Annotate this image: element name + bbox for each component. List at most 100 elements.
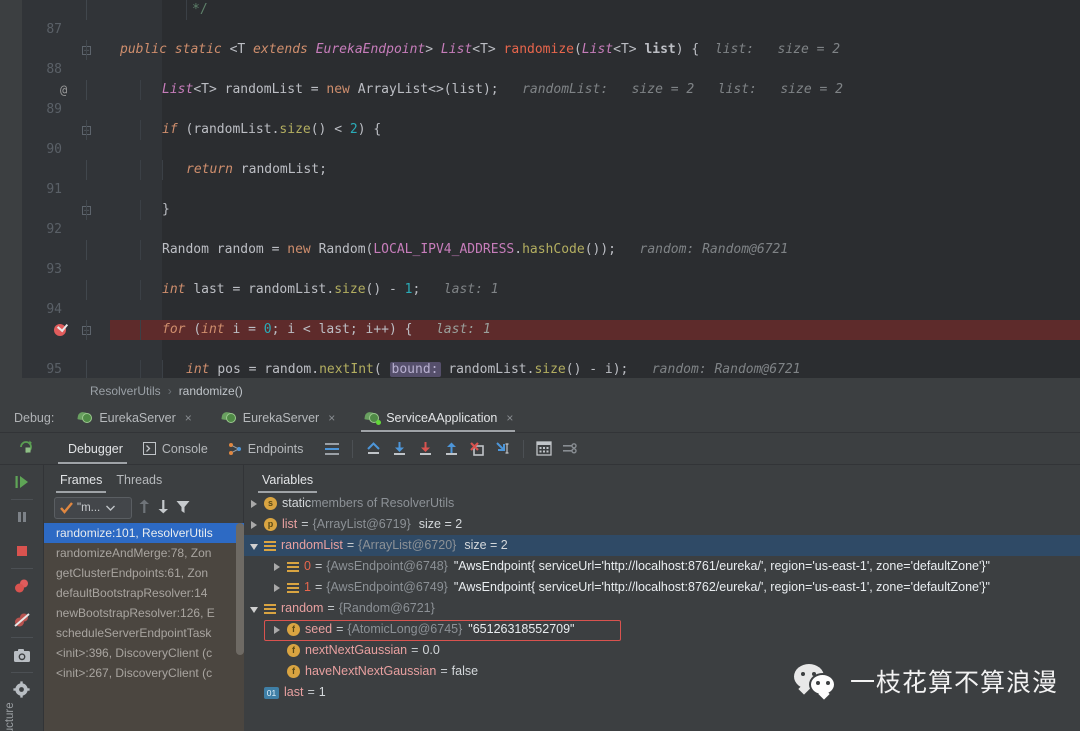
variable-row-nextNextGaussian[interactable]: f nextNextGaussian = 0.0 <box>244 640 1080 661</box>
debug-session-tab-1[interactable]: EurekaServer × <box>68 403 197 433</box>
step-out-icon[interactable] <box>438 436 464 462</box>
variable-row-static-members[interactable]: s static members of ResolverUtils <box>244 493 1080 514</box>
structure-label[interactable]: Structure <box>4 689 16 731</box>
tab-frames[interactable]: Frames <box>56 473 112 493</box>
resume-program-icon[interactable] <box>0 465 44 499</box>
frame-up-icon[interactable] <box>138 499 151 517</box>
evaluate-expression-icon[interactable] <box>531 436 557 462</box>
frame-item[interactable]: randomize:101, ResolverUtils <box>44 523 244 543</box>
variable-value: "AwsEndpoint{ serviceUrl='http://localho… <box>454 577 990 598</box>
code-line-89: 89 List<T> randomList = new ArrayList<>(… <box>0 80 1080 100</box>
variable-row-randomList-1[interactable]: 1 = {AwsEndpoint@6749} "AwsEndpoint{ ser… <box>244 577 1080 598</box>
rerun-icon[interactable] <box>18 439 34 458</box>
expand-arrow-icon[interactable] <box>272 582 284 594</box>
stop-icon[interactable] <box>0 534 44 568</box>
frame-item[interactable]: defaultBootstrapResolver:14 <box>44 583 244 603</box>
frame-down-icon[interactable] <box>157 499 170 517</box>
frames-scrollbar[interactable] <box>236 523 244 655</box>
equals-sign: = <box>336 619 343 640</box>
line-number: 93 <box>22 260 62 280</box>
show-execution-point-icon[interactable] <box>360 436 386 462</box>
close-icon[interactable]: × <box>185 411 192 425</box>
variable-row-seed[interactable]: f seed = {AtomicLong@6745} "651263185527… <box>244 619 1080 640</box>
pause-program-icon[interactable] <box>0 500 44 534</box>
watermark: 一枝花算不算浪漫 <box>794 663 1058 699</box>
variable-type: {Random@6721} <box>339 598 435 619</box>
drop-frame-icon[interactable] <box>464 436 490 462</box>
close-icon[interactable]: × <box>328 411 335 425</box>
equals-sign: = <box>347 535 354 556</box>
thread-selector-label: "m... <box>77 502 100 514</box>
layout-settings-icon[interactable] <box>319 436 345 462</box>
expand-arrow-icon[interactable] <box>249 519 261 531</box>
view-breakpoints-icon[interactable] <box>0 569 44 603</box>
variable-row-random[interactable]: random = {Random@6721} <box>244 598 1080 619</box>
breadcrumb-method[interactable]: randomize() <box>179 384 243 398</box>
frame-item[interactable]: <init>:267, DiscoveryClient (c <box>44 663 244 683</box>
variables-pane-tabs: Variables <box>244 465 1080 493</box>
thread-selector[interactable]: "m... <box>54 497 132 519</box>
debug-session-tab-3[interactable]: ServiceAApplication × <box>355 403 519 433</box>
code-line-87: 87 */ <box>0 0 1080 20</box>
camera-icon[interactable] <box>0 638 44 672</box>
variable-row-list[interactable]: p list = {ArrayList@6719} size = 2 <box>244 514 1080 535</box>
variable-type: {ArrayList@6720} <box>358 535 456 556</box>
mute-breakpoints-icon[interactable] <box>0 603 44 637</box>
code-line-92: 92 ─ } <box>0 200 1080 220</box>
frame-item[interactable]: <init>:396, DiscoveryClient (c <box>44 643 244 663</box>
settings-icon[interactable] <box>557 436 583 462</box>
variable-name: randomList <box>281 535 343 556</box>
debug-session-tab-2[interactable]: EurekaServer × <box>212 403 341 433</box>
frames-list[interactable]: randomize:101, ResolverUtils randomizeAn… <box>44 523 244 731</box>
equals-sign: = <box>440 661 447 682</box>
collapse-arrow-icon[interactable] <box>249 540 261 552</box>
collection-badge-icon <box>287 582 299 594</box>
line-number: 88 <box>22 60 62 80</box>
tab-threads[interactable]: Threads <box>112 473 172 493</box>
equals-sign: = <box>315 556 322 577</box>
tab-label: EurekaServer <box>99 411 175 425</box>
frame-item[interactable]: getClusterEndpoints:61, Zon <box>44 563 244 583</box>
tab-debugger[interactable]: Debugger <box>52 433 133 465</box>
variable-row-randomList[interactable]: randomList = {ArrayList@6720} size = 2 <box>244 535 1080 556</box>
expand-arrow-icon[interactable] <box>272 624 284 636</box>
tab-console[interactable]: Console <box>133 433 218 465</box>
breadcrumb-class[interactable]: ResolverUtils <box>90 384 161 398</box>
breadcrumb[interactable]: ResolverUtils › randomize() <box>0 378 1080 403</box>
variable-value: 0.0 <box>422 640 439 661</box>
code-line-95: 95 ─ for (int i = 0; i < last; i++) { la… <box>0 320 1080 340</box>
tab-label: Debugger <box>68 442 123 456</box>
variable-row-randomList-0[interactable]: 0 = {AwsEndpoint@6748} "AwsEndpoint{ ser… <box>244 556 1080 577</box>
variable-name: list <box>282 514 297 535</box>
run-to-cursor-icon[interactable] <box>490 436 516 462</box>
debug-session-tabbar: Debug: EurekaServer × EurekaServer × <box>0 403 1080 433</box>
tab-endpoints[interactable]: Endpoints <box>218 433 314 465</box>
frame-item[interactable]: newBootstrapResolver:126, E <box>44 603 244 623</box>
collection-badge-icon <box>287 561 299 573</box>
tab-label: Endpoints <box>248 442 304 456</box>
variable-type: {AwsEndpoint@6749} <box>326 577 448 598</box>
expand-arrow-icon[interactable] <box>249 498 261 510</box>
expand-arrow-icon[interactable] <box>272 561 284 573</box>
tab-label: ServiceAApplication <box>386 411 497 425</box>
collapse-arrow-icon[interactable] <box>249 603 261 615</box>
step-into-icon[interactable] <box>412 436 438 462</box>
code-editor[interactable]: 87 */ 88 @ ─ public static <T extends Eu… <box>0 0 1080 378</box>
field-badge-icon: f <box>287 623 300 636</box>
step-over-icon[interactable] <box>386 436 412 462</box>
line-number: 87 <box>22 20 62 40</box>
code-line-94: 94 int last = randomList.size() - 1; las… <box>0 280 1080 300</box>
filter-icon[interactable] <box>176 500 190 517</box>
debug-run-icon <box>222 411 237 424</box>
equals-sign: = <box>315 577 322 598</box>
frame-item[interactable]: randomizeAndMerge:78, Zon <box>44 543 244 563</box>
close-icon[interactable]: × <box>506 411 513 425</box>
tab-label: EurekaServer <box>243 411 319 425</box>
breakpoint-icon[interactable] <box>54 324 66 336</box>
frame-item[interactable]: scheduleServerEndpointTask <box>44 623 244 643</box>
parameter-badge-icon: p <box>264 518 277 531</box>
code-line-93: 93 Random random = new Random(LOCAL_IPV4… <box>0 240 1080 260</box>
variable-value: "AwsEndpoint{ serviceUrl='http://localho… <box>454 556 990 577</box>
tab-variables[interactable]: Variables <box>258 473 323 493</box>
variable-value: false <box>452 661 478 682</box>
